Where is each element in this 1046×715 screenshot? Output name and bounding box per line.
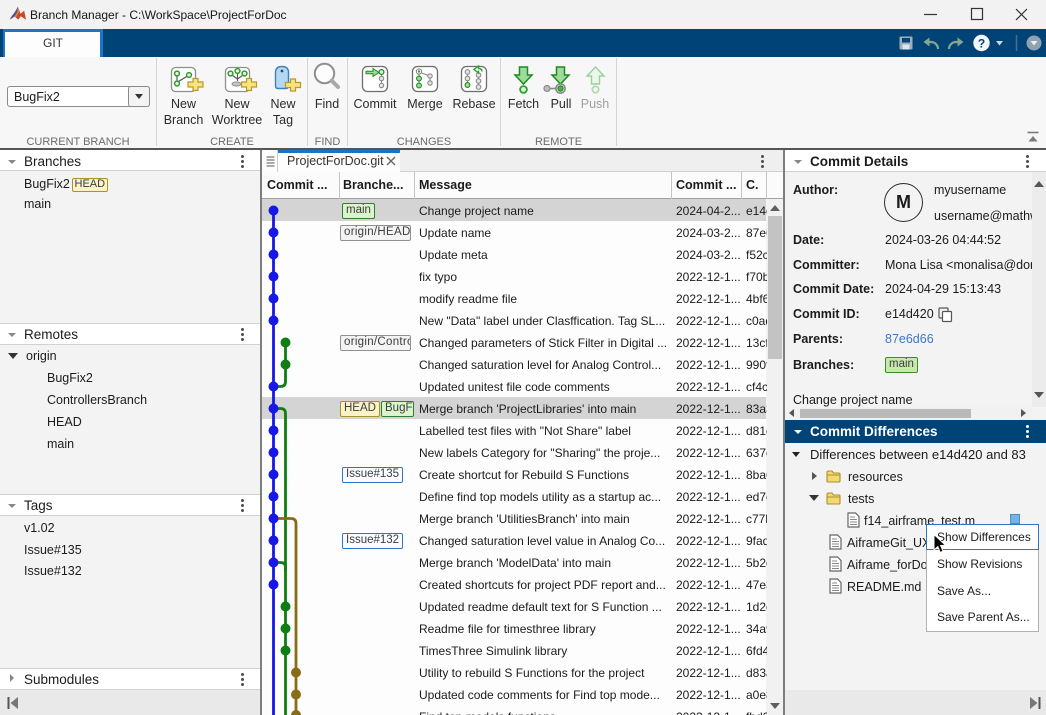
svg-text:?: ? — [978, 37, 985, 51]
